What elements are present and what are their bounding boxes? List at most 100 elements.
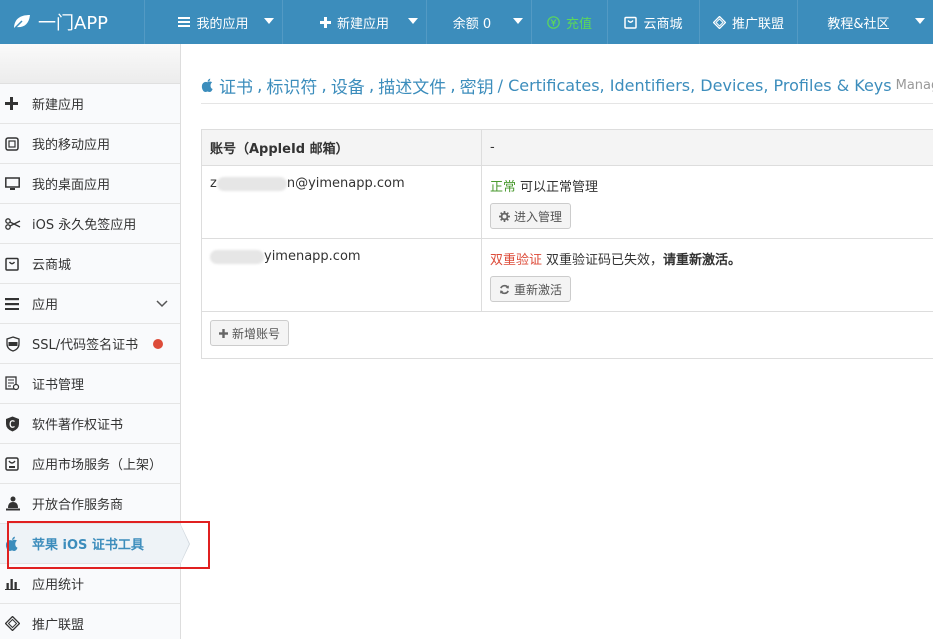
list-icon <box>0 297 26 310</box>
caret-down-icon[interactable] <box>264 18 274 24</box>
nav-new-app-label: 新建应用 <box>336 16 389 32</box>
title-english: / Certificates, Identifiers, Devices, Pr… <box>497 76 892 95</box>
store-icon <box>624 16 638 29</box>
status-text: 可以正常管理 <box>520 180 599 195</box>
plus-icon <box>319 16 331 28</box>
sidebar: 新建应用 我的移动应用 我的桌面应用 iOS 永久免签应用 云商城 应用 SSL… <box>0 44 190 639</box>
email-suffix: yimenapp.com <box>264 249 361 264</box>
bar-chart-icon <box>0 577 26 590</box>
nav-cloud-store-label: 云商城 <box>643 16 683 32</box>
sidebar-item-label: 我的桌面应用 <box>32 178 111 193</box>
sidebar-item-app-market[interactable]: 应用市场服务（上架） <box>0 444 180 484</box>
nav-new-app[interactable]: 新建应用 <box>282 0 426 44</box>
sidebar-item-label: 云商城 <box>32 258 72 273</box>
title-manage: Manage <box>895 78 933 93</box>
nav-cloud-store[interactable]: 云商城 <box>607 0 699 44</box>
nav-tutorial-label: 教程&社区 <box>827 16 890 32</box>
sidebar-item-label: 开放合作服务商 <box>32 498 124 513</box>
certificate-icon <box>0 376 26 391</box>
sidebar-header <box>0 44 180 84</box>
ssl-icon <box>0 335 26 352</box>
sidebar-item-software-copyright[interactable]: 软件著作权证书 <box>0 404 180 444</box>
nav-my-apps[interactable]: 我的应用 <box>144 0 282 44</box>
sidebar-item-desktop-apps[interactable]: 我的桌面应用 <box>0 164 180 204</box>
apple-icon <box>0 536 26 552</box>
notification-dot <box>153 339 163 349</box>
copyright-shield-icon <box>0 416 26 432</box>
sidebar-item-ios-cert-tool[interactable]: 苹果 iOS 证书工具 <box>0 523 190 565</box>
sidebar-item-apps[interactable]: 应用 <box>0 284 180 324</box>
add-account-button[interactable]: 新增账号 <box>210 320 290 346</box>
page-title: 证书, 标识符, 设备, 描述文件, 密钥 / Certificates, Id… <box>201 73 933 98</box>
plus-icon <box>0 97 26 110</box>
title-part-keys: 密钥 <box>459 78 494 98</box>
sidebar-item-label: 应用市场服务（上架） <box>32 458 163 473</box>
divider <box>201 103 933 104</box>
sidebar-item-label: SSL/代码签名证书 <box>32 338 139 353</box>
enter-management-button[interactable]: 进入管理 <box>490 203 572 229</box>
menu-icon <box>178 17 191 27</box>
nav-recharge-label: 充值 <box>565 16 592 32</box>
sidebar-item-cert-management[interactable]: 证书管理 <box>0 364 180 404</box>
apple-icon <box>201 78 214 93</box>
status-text: 双重验证码已失效， <box>546 253 664 268</box>
plus-icon <box>219 328 228 338</box>
sidebar-item-new-app[interactable]: 新建应用 <box>0 84 180 124</box>
yen-icon <box>547 15 560 29</box>
sidebar-item-label: 应用统计 <box>32 578 85 593</box>
nav-affiliate[interactable]: 推广联盟 <box>699 0 797 44</box>
email-mask <box>210 249 264 264</box>
store-icon <box>0 257 26 271</box>
sidebar-item-label: iOS 永久免签应用 <box>32 218 137 233</box>
caret-down-icon[interactable] <box>513 18 523 24</box>
sidebar-item-label: 应用 <box>32 298 59 313</box>
nav-balance-label: 余额 0 <box>452 16 492 32</box>
sidebar-item-cloud-store[interactable]: 云商城 <box>0 244 180 284</box>
email-mask <box>216 176 287 191</box>
logo[interactable]: 一门APP <box>0 0 144 44</box>
title-separator: , <box>368 75 375 96</box>
nav-tutorial-community[interactable]: 教程&社区 <box>797 0 933 44</box>
title-separator: , <box>450 75 456 96</box>
account-status: 正常 可以正常管理 进入管理 <box>482 166 933 238</box>
nav-affiliate-label: 推广联盟 <box>731 16 784 32</box>
caret-down-icon[interactable] <box>915 18 925 24</box>
account-email: yimenapp.com <box>202 239 482 311</box>
accounts-table: 账号（AppleId 邮箱） - z n@yimenapp.com 正常 可以正常管… <box>201 129 933 359</box>
status-badge: 双重验证 <box>490 253 543 268</box>
sidebar-item-label: 苹果 iOS 证书工具 <box>32 538 144 553</box>
title-separator: , <box>257 75 263 96</box>
main-content: 证书, 标识符, 设备, 描述文件, 密钥 / Certificates, Id… <box>201 44 933 639</box>
refresh-icon <box>499 284 510 295</box>
sidebar-item-open-partner[interactable]: 开放合作服务商 <box>0 484 180 524</box>
partner-icon <box>0 496 26 511</box>
sidebar-item-mobile-apps[interactable]: 我的移动应用 <box>0 124 180 164</box>
header-status: - <box>490 140 495 155</box>
title-part-profiles: 描述文件 <box>378 78 447 98</box>
reactivate-button[interactable]: 重新激活 <box>490 276 572 302</box>
nav-balance[interactable]: 余额 0 <box>426 0 531 44</box>
scissors-icon <box>0 217 26 230</box>
sidebar-item-ios-signfree[interactable]: iOS 永久免签应用 <box>0 204 180 244</box>
nav-recharge[interactable]: 充值 <box>531 0 607 44</box>
market-icon <box>0 456 26 471</box>
sidebar-item-label: 软件著作权证书 <box>32 418 124 433</box>
desktop-icon <box>0 176 26 191</box>
diamond-icon <box>0 616 26 631</box>
chevron-down-icon[interactable] <box>156 297 168 312</box>
sidebar-item-ssl-certs[interactable]: SSL/代码签名证书 <box>0 324 180 364</box>
caret-down-icon[interactable] <box>408 18 418 24</box>
account-status: 双重验证 双重验证码已失效，请重新激活。 重新激活 <box>482 239 933 311</box>
title-separator: , <box>321 75 327 96</box>
table-footer: 新增账号 <box>202 312 933 358</box>
email-suffix: n@yimenapp.com <box>286 176 405 191</box>
email-prefix: z <box>210 176 217 191</box>
table-row: yimenapp.com 双重验证 双重验证码已失效，请重新激活。 重新激活 <box>202 239 933 312</box>
table-header-row: 账号（AppleId 邮箱） - <box>202 130 933 166</box>
logo-text: 一门APP <box>38 13 109 34</box>
sidebar-item-app-stats[interactable]: 应用统计 <box>0 564 180 604</box>
title-part-certificates: 证书 <box>219 78 253 98</box>
gear-icon <box>499 210 510 222</box>
sidebar-item-affiliate[interactable]: 推广联盟 <box>0 604 180 639</box>
sidebar-item-label: 我的移动应用 <box>32 138 111 153</box>
